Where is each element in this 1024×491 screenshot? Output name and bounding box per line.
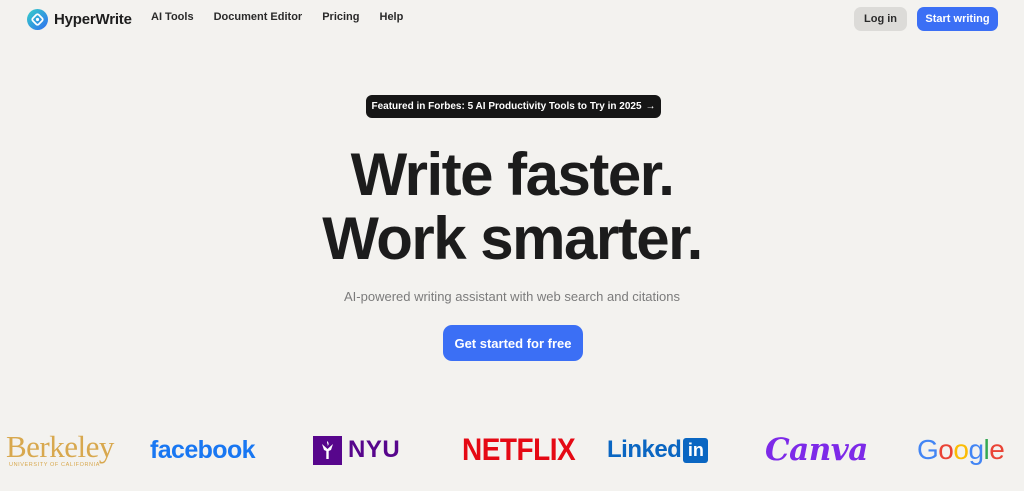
linkedin-in-box: in — [683, 437, 709, 463]
nav-link-pricing[interactable]: Pricing — [322, 11, 359, 23]
linkedin-logo: Linked in — [607, 425, 709, 475]
google-letter-e: e — [989, 434, 1005, 465]
nyu-logo: NYU — [313, 425, 400, 475]
hero-subtitle: AI-powered writing assistant with web se… — [344, 289, 680, 304]
canva-logo: Canva — [765, 432, 868, 468]
get-started-button[interactable]: Get started for free — [443, 325, 583, 361]
google-letter-g: G — [917, 434, 939, 465]
start-writing-button[interactable]: Start writing — [917, 7, 998, 31]
top-navigation: HyperWrite AI Tools Document Editor Pric… — [0, 0, 1024, 38]
berkeley-logo: Berkeley UNIVERSITY OF CALIFORNIA — [6, 425, 114, 475]
berkeley-wordmark: Berkeley — [6, 428, 114, 464]
google-logo: Google — [917, 425, 1005, 475]
arrow-right-icon: → — [645, 101, 656, 112]
hero-title-line-1: Write faster. — [350, 141, 675, 208]
facebook-logo: facebook — [150, 435, 256, 464]
hero-title: Write faster. Work smarter. — [0, 143, 1024, 271]
forbes-featured-badge[interactable]: Featured in Forbes: 5 AI Productivity To… — [366, 95, 661, 118]
hyperwrite-logo-icon — [27, 8, 48, 30]
linkedin-wordmark: Linked — [607, 436, 682, 463]
netflix-logo: NETFLIX — [462, 432, 576, 467]
customer-logos-strip: Berkeley UNIVERSITY OF CALIFORNIA facebo… — [0, 425, 1024, 485]
brand-name: HyperWrite — [54, 10, 132, 28]
login-button[interactable]: Log in — [854, 7, 907, 31]
hero-title-line-2: Work smarter. — [322, 205, 703, 272]
brand-home-link[interactable]: HyperWrite — [27, 8, 132, 30]
nav-link-ai-tools[interactable]: AI Tools — [151, 11, 194, 23]
google-letter-o1: o — [938, 434, 954, 465]
nyu-wordmark: NYU — [348, 436, 401, 463]
nav-link-help[interactable]: Help — [380, 11, 404, 23]
nav-link-document-editor[interactable]: Document Editor — [214, 11, 303, 23]
nyu-torch-icon — [313, 435, 342, 465]
nav-links: AI Tools Document Editor Pricing Help — [151, 11, 403, 23]
google-letter-g2: g — [968, 434, 984, 465]
berkeley-subtitle: UNIVERSITY OF CALIFORNIA — [9, 461, 101, 468]
google-letter-o2: o — [953, 434, 969, 465]
badge-text: Featured in Forbes: 5 AI Productivity To… — [371, 101, 642, 112]
